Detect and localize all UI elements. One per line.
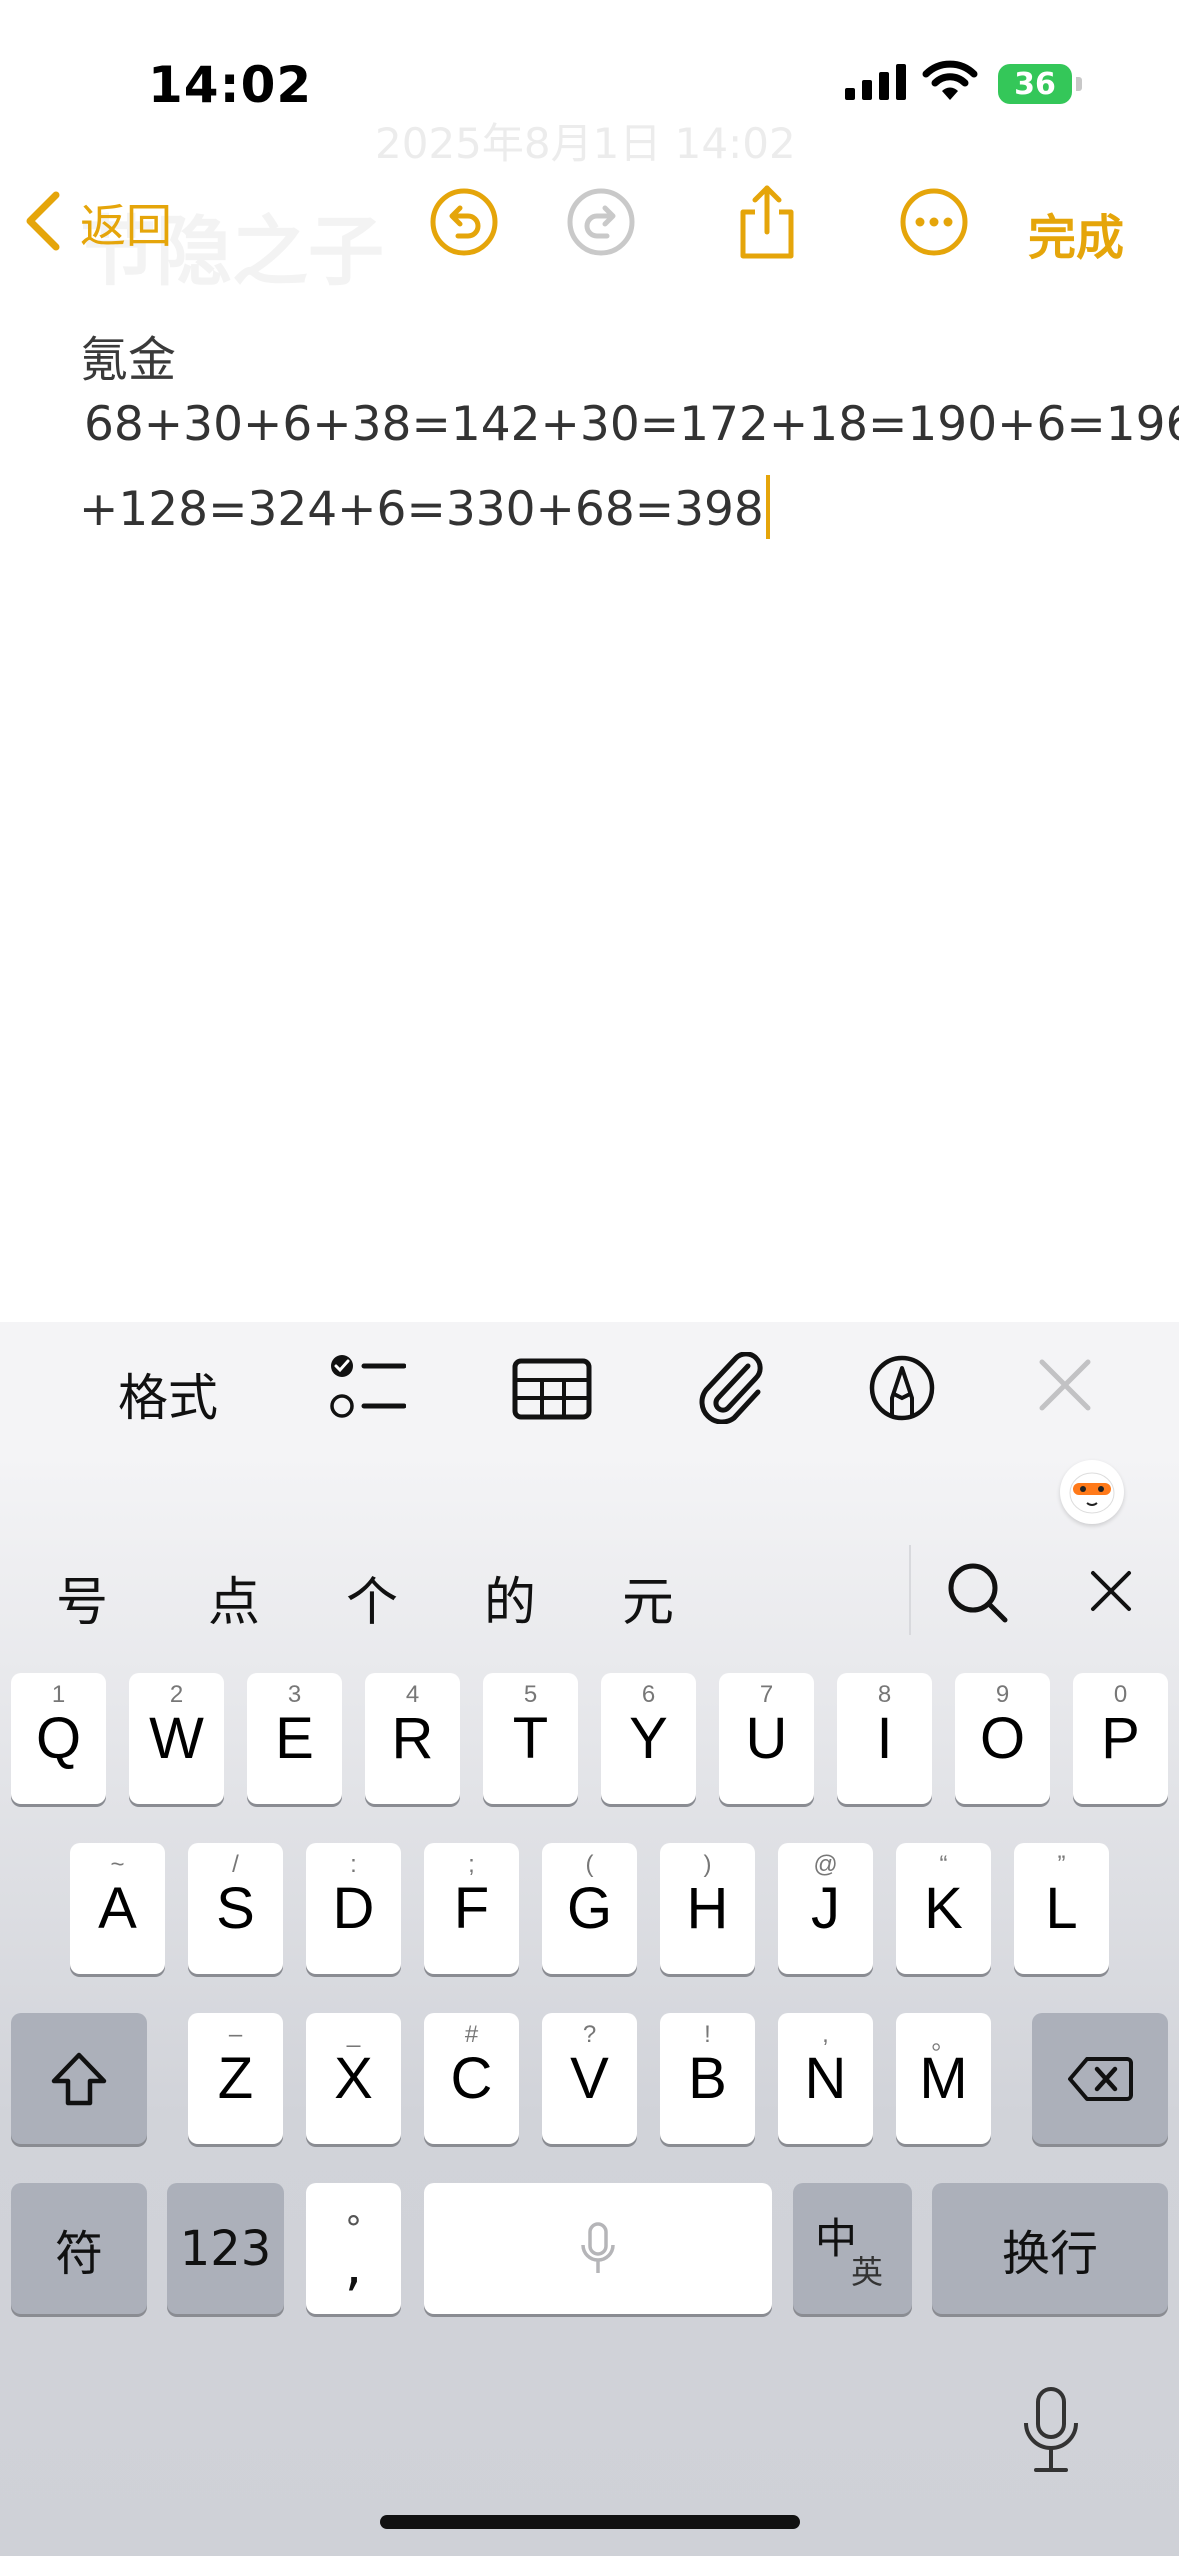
backspace-icon bbox=[1068, 2056, 1133, 2101]
cellular-signal-icon bbox=[845, 64, 907, 104]
key-s[interactable]: / S bbox=[188, 1843, 283, 1974]
table-icon[interactable] bbox=[512, 1358, 592, 1424]
key-w[interactable]: 2W bbox=[129, 1673, 224, 1804]
key-h[interactable]: ) H bbox=[660, 1843, 755, 1974]
share-icon bbox=[740, 185, 794, 259]
candidate-word[interactable]: 元 bbox=[622, 1560, 674, 1635]
ellipsis-circle-icon bbox=[900, 188, 968, 256]
checklist-icon[interactable] bbox=[330, 1352, 407, 1428]
space-key[interactable] bbox=[424, 2183, 772, 2314]
faded-note-date: 2025年8月1日 14:02 bbox=[375, 119, 796, 168]
candidate-word[interactable]: 个 bbox=[346, 1560, 398, 1635]
delete-key[interactable] bbox=[1032, 2013, 1168, 2144]
numbers-key[interactable]: 123 bbox=[167, 2183, 284, 2314]
key-p[interactable]: 0P bbox=[1073, 1673, 1168, 1804]
key-d[interactable]: :D bbox=[306, 1843, 401, 1974]
key-f[interactable]: ; F bbox=[424, 1843, 519, 1974]
redo-button[interactable] bbox=[565, 186, 637, 262]
markup-pen-icon[interactable] bbox=[868, 1354, 936, 1426]
status-time: 14:02 bbox=[148, 56, 313, 114]
key-c[interactable]: # C bbox=[424, 2013, 519, 2144]
text-cursor bbox=[765, 475, 770, 539]
back-button[interactable]: 返回 bbox=[22, 190, 172, 256]
redo-icon bbox=[567, 188, 635, 256]
share-button[interactable] bbox=[735, 182, 799, 266]
done-button[interactable]: 完成 bbox=[1028, 198, 1124, 268]
microphone-icon bbox=[581, 2221, 615, 2273]
key-g[interactable]: (G bbox=[542, 1843, 637, 1974]
close-candidates-icon[interactable] bbox=[1088, 1568, 1134, 1618]
key-r[interactable]: 4R bbox=[365, 1673, 460, 1804]
key-e[interactable]: 3E bbox=[247, 1673, 342, 1804]
key-q[interactable]: 1Q bbox=[11, 1673, 106, 1804]
key-y[interactable]: 6Y bbox=[601, 1673, 696, 1804]
language-switch-key[interactable]: 中 英 bbox=[793, 2183, 912, 2314]
shift-key[interactable] bbox=[11, 2013, 147, 2144]
symbols-key[interactable]: 符 bbox=[11, 2183, 147, 2314]
note-text: +128=324+6=330+68=398 bbox=[79, 482, 764, 537]
paperclip-icon[interactable] bbox=[696, 1351, 764, 1428]
home-indicator bbox=[380, 2515, 800, 2529]
format-button[interactable]: 格式 bbox=[118, 1358, 218, 1430]
keyboard-mascot-icon[interactable] bbox=[1060, 1460, 1124, 1524]
note-text-line[interactable]: 68+30+6+38=142+30=172+18=190+6=196 bbox=[84, 397, 1179, 452]
wifi-icon bbox=[922, 60, 978, 106]
note-text-line-active[interactable]: +128=324+6=330+68=398 bbox=[79, 475, 770, 539]
dictation-mic-icon[interactable] bbox=[1020, 2385, 1082, 2479]
key-a[interactable]: ~ A bbox=[70, 1843, 165, 1974]
candidate-word[interactable]: 点 bbox=[208, 1560, 260, 1635]
key-u[interactable]: 7U bbox=[719, 1673, 814, 1804]
key-v[interactable]: ? V bbox=[542, 2013, 637, 2144]
undo-icon bbox=[430, 188, 498, 256]
search-icon[interactable] bbox=[945, 1560, 1009, 1628]
more-button[interactable] bbox=[898, 186, 970, 262]
candidate-word[interactable]: 的 bbox=[484, 1560, 536, 1635]
candidate-divider bbox=[909, 1545, 911, 1635]
key-o[interactable]: 9O bbox=[955, 1673, 1050, 1804]
key-t[interactable]: 5T bbox=[483, 1673, 578, 1804]
key-k[interactable]: “K bbox=[896, 1843, 991, 1974]
back-label: 返回 bbox=[80, 199, 172, 253]
close-icon[interactable] bbox=[1036, 1356, 1094, 1418]
shift-icon bbox=[51, 2052, 107, 2105]
key-i[interactable]: 8I bbox=[837, 1673, 932, 1804]
candidate-word[interactable]: 号 bbox=[56, 1560, 108, 1635]
punctuation-key[interactable]: ° , bbox=[306, 2183, 401, 2314]
battery-level: 36 bbox=[1014, 66, 1056, 102]
key-j[interactable]: @ J bbox=[778, 1843, 873, 1974]
key-l[interactable]: ” L bbox=[1014, 1843, 1109, 1974]
key-m[interactable]: 。 M bbox=[896, 2013, 991, 2144]
chevron-left-icon bbox=[22, 191, 62, 255]
key-n[interactable]: ,N bbox=[778, 2013, 873, 2144]
undo-button[interactable] bbox=[428, 186, 500, 262]
note-title[interactable]: 氪金 bbox=[80, 320, 176, 390]
key-b[interactable]: ! B bbox=[660, 2013, 755, 2144]
key-z[interactable]: – Z bbox=[188, 2013, 283, 2144]
battery-icon: 36 bbox=[998, 64, 1082, 104]
return-key[interactable]: 换行 bbox=[932, 2183, 1168, 2314]
key-x[interactable]: _ X bbox=[306, 2013, 401, 2144]
